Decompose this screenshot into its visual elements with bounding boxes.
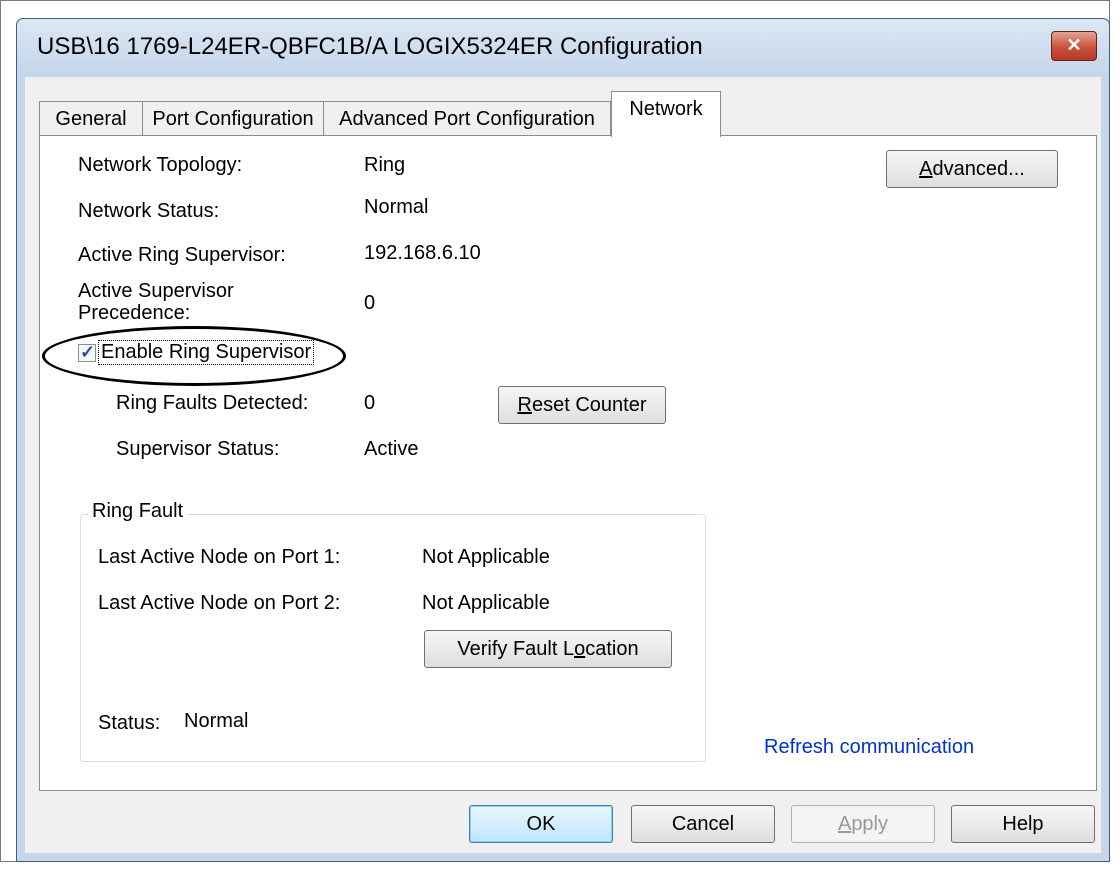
active-supervisor-precedence-value: 0 [364, 292, 376, 314]
verify-fault-location-button[interactable]: Verify Fault Location [424, 630, 672, 668]
cancel-button[interactable]: Cancel [631, 805, 775, 843]
verify-text-post: cation [585, 638, 639, 660]
active-supervisor-precedence-label-line2: Precedence: [78, 302, 191, 324]
reset-counter-button[interactable]: Reset Counter [498, 386, 666, 424]
enable-ring-supervisor-checkbox[interactable]: ✓ [78, 342, 96, 362]
ring-faults-detected-label: Ring Faults Detected: [116, 392, 309, 414]
port1-value: Not Applicable [422, 546, 550, 568]
active-supervisor-precedence-label-line1: Active Supervisor [78, 280, 234, 302]
ring-fault-group-title: Ring Fault [88, 500, 188, 523]
port1-label: Last Active Node on Port 1: [98, 546, 341, 568]
window-title: USB\16 1769-L24ER-QBFC1B/A LOGIX5324ER C… [37, 33, 703, 60]
supervisor-status-label: Supervisor Status: [116, 438, 280, 460]
tab-port-configuration-label: Port Configuration [152, 108, 314, 130]
tab-advanced-port-configuration[interactable]: Advanced Port Configuration [323, 101, 611, 135]
port2-label: Last Active Node on Port 2: [98, 592, 341, 614]
help-button[interactable]: Help [951, 805, 1095, 843]
reset-counter-text-post: eset Counter [531, 394, 647, 416]
tab-network[interactable]: Network [611, 91, 721, 137]
active-ring-supervisor-label: Active Ring Supervisor: [78, 244, 286, 266]
tab-port-configuration[interactable]: Port Configuration [142, 101, 324, 135]
checkmark-icon: ✓ [80, 342, 96, 362]
tab-advanced-port-configuration-label: Advanced Port Configuration [339, 108, 595, 130]
refresh-communication-link[interactable]: Refresh communication [764, 736, 974, 759]
advanced-button[interactable]: Advanced... [886, 150, 1058, 188]
ring-fault-status-label: Status: [98, 712, 161, 734]
ring-fault-status-value: Normal [184, 710, 249, 732]
network-topology-label: Network Topology: [78, 154, 243, 176]
port2-value: Not Applicable [422, 592, 550, 614]
dialog-client-area: General Port Configuration Advanced Port… [25, 77, 1101, 853]
supervisor-status-value: Active [364, 438, 419, 460]
reset-counter-accel: R [517, 394, 532, 416]
ring-faults-detected-value: 0 [364, 392, 376, 414]
advanced-button-accel: A [919, 158, 933, 180]
close-icon: ✕ [1066, 35, 1082, 55]
apply-accel: A [837, 813, 852, 835]
tab-network-label: Network [629, 98, 703, 120]
active-ring-supervisor-value: 192.168.6.10 [364, 242, 481, 264]
verify-accel: o [574, 638, 586, 660]
title-bar: USB\16 1769-L24ER-QBFC1B/A LOGIX5324ER C… [17, 19, 1109, 77]
network-status-value: Normal [364, 196, 429, 218]
network-tab-panel: Network Topology: Ring Network Status: N… [39, 135, 1097, 791]
advanced-button-text-post: dvanced... [932, 158, 1025, 180]
ok-button[interactable]: OK [469, 805, 613, 843]
network-topology-value: Ring [364, 154, 406, 176]
configuration-dialog: USB\16 1769-L24ER-QBFC1B/A LOGIX5324ER C… [16, 18, 1110, 862]
verify-text-pre: Verify Fault L [457, 638, 575, 660]
enable-ring-supervisor-label[interactable]: Enable Ring Supervisor [98, 340, 315, 365]
apply-text-post: pply [851, 813, 889, 835]
network-status-label: Network Status: [78, 200, 220, 222]
close-button[interactable]: ✕ [1051, 31, 1097, 61]
tab-general-label: General [55, 108, 127, 130]
tab-general[interactable]: General [39, 101, 143, 135]
apply-button[interactable]: Apply [791, 805, 935, 843]
